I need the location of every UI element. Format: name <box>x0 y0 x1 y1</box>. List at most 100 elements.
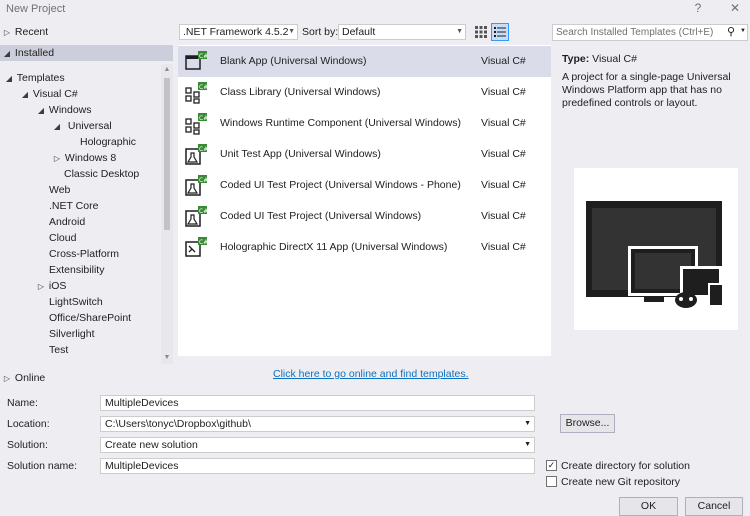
template-language: Visual C# <box>481 241 526 253</box>
collapse-arrow-icon: ◢ <box>5 74 13 83</box>
template-language: Visual C# <box>481 148 526 160</box>
tree-item-test[interactable]: Test <box>49 342 68 358</box>
template-row[interactable]: C# Unit Test App (Universal Windows) Vis… <box>178 139 551 170</box>
create-directory-checkbox[interactable]: ✓ <box>546 460 557 471</box>
svg-text:C#: C# <box>199 84 207 91</box>
template-preview-image <box>574 168 738 330</box>
svg-text:C#: C# <box>199 177 207 184</box>
sort-select[interactable]: Default ▼ <box>338 24 466 40</box>
tree-item-windows8[interactable]: ▷ Windows 8 <box>52 150 116 166</box>
type-label: Type: <box>562 53 590 65</box>
tree-item-office-sharepoint[interactable]: Office/SharePoint <box>49 310 131 326</box>
expand-arrow-icon: ▷ <box>53 154 61 163</box>
tree-item-templates[interactable]: ◢ Templates <box>4 70 65 86</box>
close-button[interactable]: ✕ <box>727 1 743 15</box>
template-row[interactable]: C# Blank App (Universal Windows) Visual … <box>178 46 551 77</box>
tree-item-holographic[interactable]: Holographic <box>80 134 136 150</box>
template-row[interactable]: C# Windows Runtime Component (Universal … <box>178 108 551 139</box>
template-list: C# Blank App (Universal Windows) Visual … <box>177 44 552 357</box>
help-button[interactable]: ? <box>690 1 706 15</box>
svg-text:C#: C# <box>199 146 207 153</box>
template-row[interactable]: C# Class Library (Universal Windows) Vis… <box>178 77 551 108</box>
ok-button[interactable]: OK <box>619 497 678 516</box>
type-value: Visual C# <box>592 53 637 65</box>
solution-name-label: Solution name: <box>7 460 78 472</box>
tree-item-online[interactable]: ▷ Online <box>2 370 45 386</box>
template-description: A project for a single-page Universal Wi… <box>562 71 731 109</box>
window-title: New Project <box>6 3 66 15</box>
browse-button[interactable]: Browse... <box>560 414 615 433</box>
tree-scrollbar-thumb[interactable] <box>164 78 170 230</box>
tree-item-recent[interactable]: ▷ Recent <box>2 24 48 40</box>
chevron-down-icon[interactable]: ▼ <box>524 417 531 431</box>
blank-app-icon: C# <box>185 51 208 73</box>
svg-text:C#: C# <box>199 53 207 60</box>
class-library-icon: C# <box>185 82 208 104</box>
tree-item-universal[interactable]: ◢ Universal <box>52 118 115 134</box>
template-tree: ▷ Recent ◢ Installed ◢ Templates ◢ Visua… <box>0 20 173 365</box>
tree-item-ios[interactable]: ▷ iOS <box>36 278 67 294</box>
template-row[interactable]: C# Coded UI Test Project (Universal Wind… <box>178 201 551 232</box>
svg-text:C#: C# <box>199 115 207 122</box>
location-label: Location: <box>7 418 50 430</box>
search-icon[interactable]: ⚲ <box>727 25 735 38</box>
runtime-component-icon: C# <box>185 113 208 135</box>
create-git-label: Create new Git repository <box>561 476 681 488</box>
holographic-app-icon: C# <box>185 237 208 259</box>
svg-text:C#: C# <box>199 239 207 246</box>
template-row[interactable]: C# Coded UI Test Project (Universal Wind… <box>178 170 551 201</box>
scroll-down-icon[interactable]: ▼ <box>162 354 172 361</box>
tree-item-silverlight[interactable]: Silverlight <box>49 326 95 342</box>
name-input[interactable]: MultipleDevices <box>100 395 535 411</box>
online-templates-link[interactable]: Click here to go online and find templat… <box>273 368 469 380</box>
tree-item-android[interactable]: Android <box>49 214 85 230</box>
tree-item-web[interactable]: Web <box>49 182 70 198</box>
template-language: Visual C# <box>481 179 526 191</box>
tree-item-windows[interactable]: ◢ Windows <box>36 102 92 118</box>
expand-arrow-icon: ▷ <box>3 374 11 383</box>
location-input[interactable]: C:\Users\tonyc\Dropbox\github\ ▼ <box>100 416 535 432</box>
sort-by-label: Sort by: <box>302 26 339 38</box>
collapse-arrow-icon: ◢ <box>53 122 61 131</box>
solution-select[interactable]: Create new solution ▼ <box>100 437 535 453</box>
coded-ui-test-icon: C# <box>185 206 208 228</box>
collapse-arrow-icon: ◢ <box>21 90 29 99</box>
tree-item-visual-csharp[interactable]: ◢ Visual C# <box>20 86 78 102</box>
chevron-down-icon: ▼ <box>456 28 463 35</box>
name-label: Name: <box>7 397 38 409</box>
list-view-icon[interactable] <box>491 23 509 41</box>
template-name: Class Library (Universal Windows) <box>220 86 381 98</box>
template-row[interactable]: C# Holographic DirectX 11 App (Universal… <box>178 232 551 263</box>
chevron-down-icon: ▼ <box>288 28 295 35</box>
chevron-down-icon[interactable]: ▼ <box>740 28 746 34</box>
scroll-up-icon[interactable]: ▲ <box>162 66 172 73</box>
small-icons-view-icon[interactable] <box>473 24 489 40</box>
expand-arrow-icon: ▷ <box>3 28 11 37</box>
template-language: Visual C# <box>481 55 526 67</box>
chevron-down-icon: ▼ <box>524 441 531 448</box>
framework-select[interactable]: .NET Framework 4.5.2 ▼ <box>179 24 298 40</box>
tree-item-cloud[interactable]: Cloud <box>49 230 76 246</box>
cancel-button[interactable]: Cancel <box>685 497 743 516</box>
create-git-checkbox[interactable] <box>546 476 557 487</box>
tree-item-lightswitch[interactable]: LightSwitch <box>49 294 103 310</box>
solution-label: Solution: <box>7 439 48 451</box>
tree-item-netcore[interactable]: .NET Core <box>49 198 98 214</box>
create-directory-label: Create directory for solution <box>561 460 690 472</box>
tree-item-extensibility[interactable]: Extensibility <box>49 262 104 278</box>
template-language: Visual C# <box>481 86 526 98</box>
svg-text:C#: C# <box>199 208 207 215</box>
template-language: Visual C# <box>481 117 526 129</box>
template-name: Holographic DirectX 11 App (Universal Wi… <box>220 241 448 253</box>
tree-item-cross-platform[interactable]: Cross-Platform <box>49 246 119 262</box>
template-name: Coded UI Test Project (Universal Windows… <box>220 179 461 191</box>
template-name: Unit Test App (Universal Windows) <box>220 148 381 160</box>
title-bar: New Project ? ✕ <box>0 0 750 20</box>
collapse-arrow-icon: ◢ <box>37 106 45 115</box>
template-name: Windows Runtime Component (Universal Win… <box>220 117 461 129</box>
search-input[interactable]: Search Installed Templates (Ctrl+E) <box>552 24 748 41</box>
solution-name-input[interactable]: MultipleDevices <box>100 458 535 474</box>
tree-item-installed[interactable]: ◢ Installed <box>0 45 173 61</box>
tree-item-classic-desktop[interactable]: Classic Desktop <box>64 166 139 182</box>
coded-ui-test-icon: C# <box>185 175 208 197</box>
